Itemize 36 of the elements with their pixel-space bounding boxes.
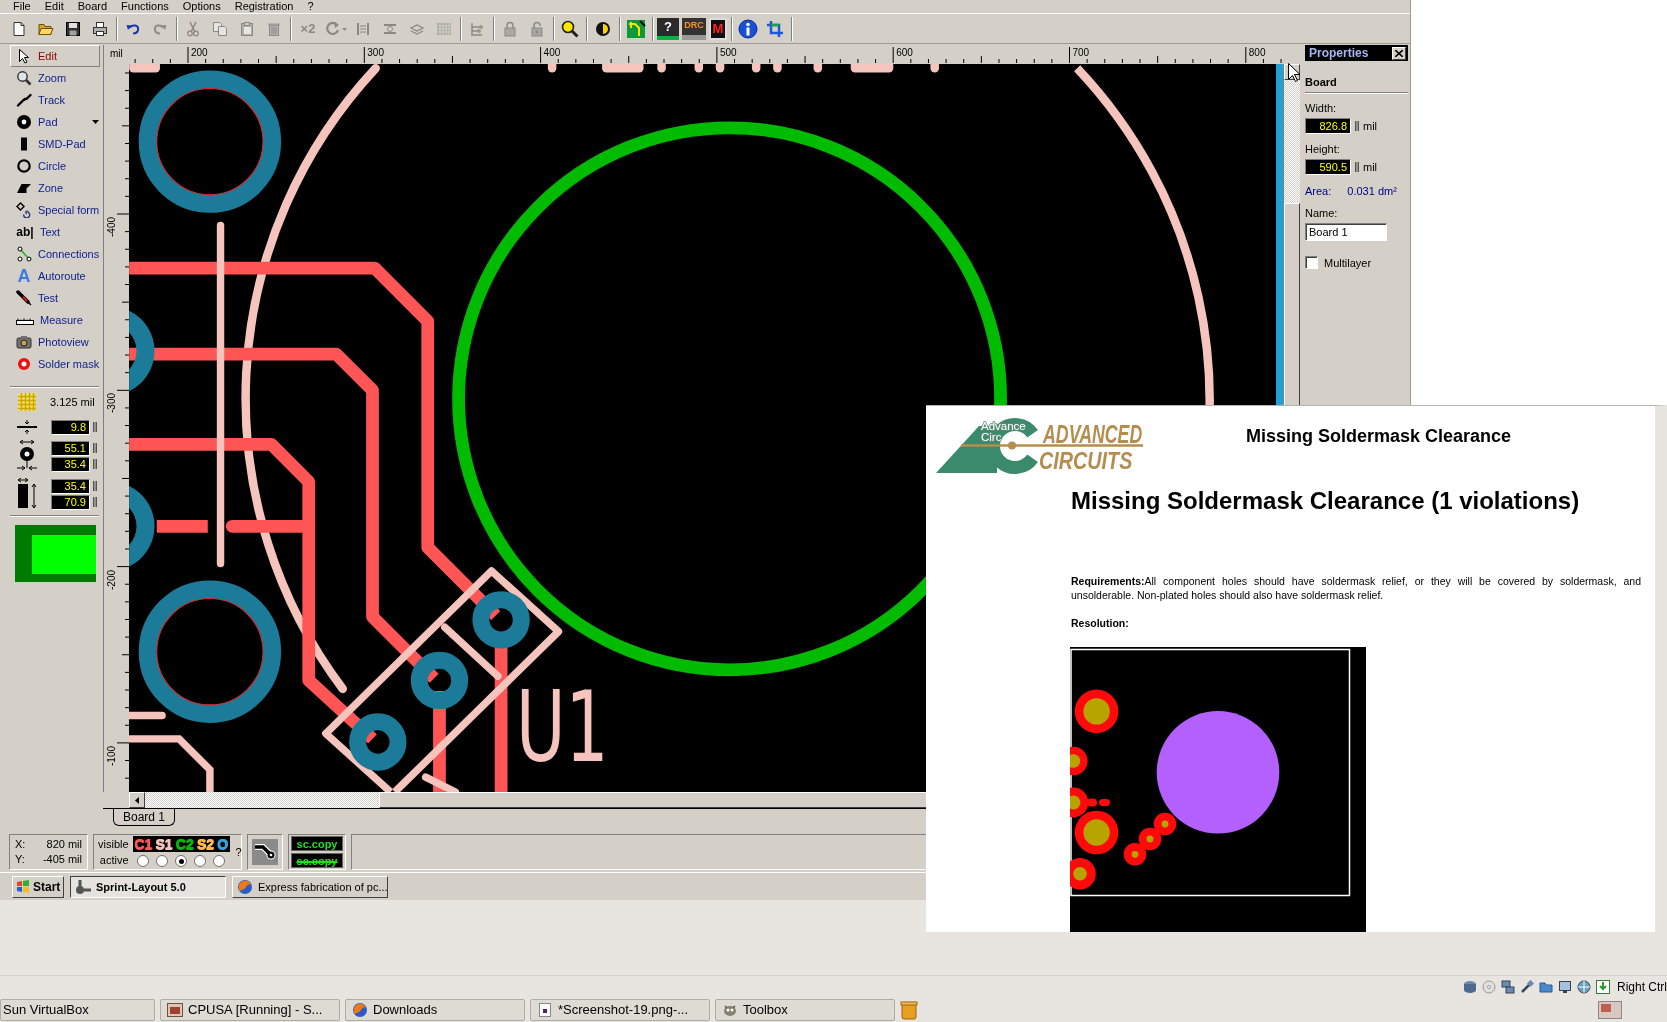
row-label: visible xyxy=(98,837,129,851)
ruler-unit: mil xyxy=(110,48,123,59)
image-alt-text: Circ xyxy=(981,431,1002,443)
area-value: 0.031 dm² xyxy=(1347,185,1397,198)
object-type: Board xyxy=(1305,75,1408,93)
host-key-hint: Right Ctrl xyxy=(1617,979,1667,994)
tool-glyph-icon: A xyxy=(16,268,32,284)
panel-title: Properties xyxy=(1309,46,1369,60)
area-label: Area: xyxy=(1305,185,1332,198)
ruler-label: 500 xyxy=(719,47,737,58)
brand-text: CIRCUITS xyxy=(1039,448,1133,475)
field-label: Height: xyxy=(1305,143,1341,156)
ruler-label: -200 xyxy=(106,569,117,590)
coord-label: X: xyxy=(15,838,26,851)
ruler-label: 200 xyxy=(191,47,208,58)
coord-label: Y: xyxy=(15,853,25,866)
ruler-label: 800 xyxy=(1248,47,1266,58)
ruler-label: -400 xyxy=(106,217,117,237)
coord-value: 820 mil xyxy=(46,838,82,851)
field-label: Name: xyxy=(1305,207,1339,220)
row-label: active xyxy=(99,853,129,867)
unit-label: mil xyxy=(1363,161,1378,173)
ruler-label: 400 xyxy=(543,47,561,58)
ruler-label: 300 xyxy=(367,47,384,58)
field-label: Width: xyxy=(1305,102,1338,115)
ruler-label: 600 xyxy=(896,47,913,58)
resolution-label: Resolution: xyxy=(1071,616,1130,630)
brand-text: ADVANCED xyxy=(1043,419,1143,449)
tool-glyph-icon: ab| xyxy=(16,225,34,239)
ruler-label: -300 xyxy=(106,393,117,414)
unit-label: mil xyxy=(1363,120,1378,132)
coord-value: -405 mil xyxy=(42,853,82,866)
grid-size: 3.125 mil xyxy=(50,396,95,408)
ruler-label: 700 xyxy=(1072,47,1090,58)
ruler-label: -100 xyxy=(106,745,117,766)
checkbox-label: Multilayer xyxy=(1324,256,1372,269)
